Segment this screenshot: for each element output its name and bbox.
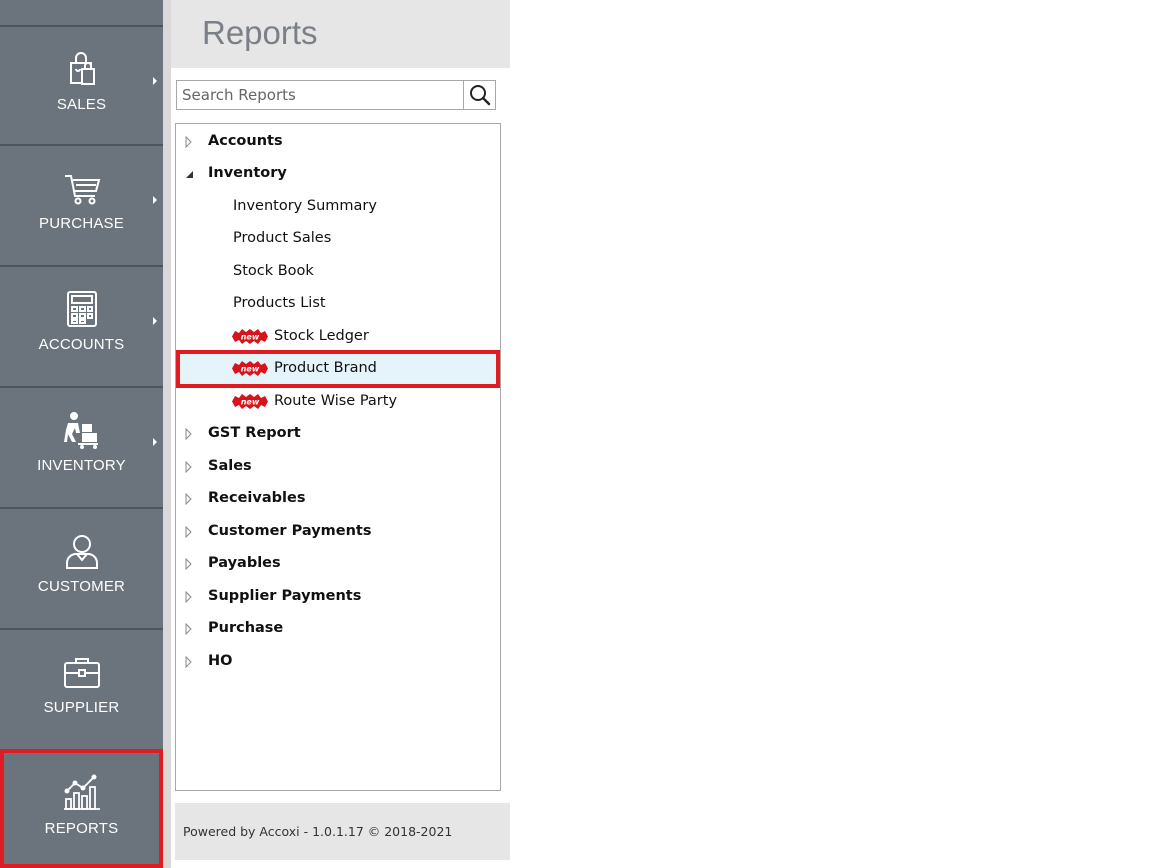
nav-item-inventory[interactable]: INVENTORY [0,386,163,505]
expand-arrow-icon[interactable] [185,526,193,538]
nav-label: SUPPLIER [43,699,120,716]
svg-text:new: new [241,398,260,407]
shopping-bag-icon [62,49,102,89]
bar-chart-icon [62,773,102,813]
submenu-arrow-icon [153,196,157,204]
nav-label: SALES [56,96,107,113]
expand-arrow-icon[interactable] [185,591,193,603]
search-box [176,80,496,110]
expand-arrow-icon[interactable] [185,136,193,148]
reports-header: Reports [171,0,510,68]
new-badge-icon: new [232,329,268,344]
worker-boxes-icon [62,410,102,450]
nav-label: REPORTS [44,820,119,837]
tree-item-product-brand[interactable]: new Product Brand [176,353,500,384]
nav-item-reports[interactable]: REPORTS [0,749,163,868]
expand-arrow-icon[interactable] [185,656,193,668]
tree-group-ho[interactable]: HO [176,646,500,677]
tree-group-supplier-payments[interactable]: Supplier Payments [176,581,500,612]
tree-item-route-wise-party[interactable]: new Route Wise Party [176,386,500,417]
tree-item-stock-book[interactable]: Stock Book [176,256,500,287]
tree-group-sales[interactable]: Sales [176,451,500,482]
expand-arrow-icon[interactable] [185,623,193,635]
search-input[interactable] [177,81,465,109]
nav-item-accounts[interactable]: ACCOUNTS [0,265,163,384]
reports-panel: Reports Accounts Inventory Inventory Sum… [171,0,510,868]
user-icon [62,531,102,571]
main-sidebar: SALES PURCHASE ACCOUNTS INVENTORY CUSTOM… [0,0,163,868]
nav-item-customer[interactable]: CUSTOMER [0,507,163,626]
tree-item-stock-ledger[interactable]: new Stock Ledger [176,321,500,352]
cart-icon [62,168,102,208]
tree-group-customer-payments[interactable]: Customer Payments [176,516,500,547]
expand-arrow-icon[interactable] [185,493,193,505]
search-button[interactable] [463,81,495,109]
expand-arrow-icon[interactable] [185,558,193,570]
nav-label: PURCHASE [39,215,124,232]
powered-by-text: Powered by Accoxi - 1.0.1.17 © 2018-2021 [183,824,453,839]
submenu-arrow-icon [153,317,157,325]
expand-arrow-icon[interactable] [185,461,193,473]
tree-item-products-list[interactable]: Products List [176,288,500,319]
nav-label: ACCOUNTS [38,336,125,353]
tree-group-receivables[interactable]: Receivables [176,483,500,514]
footer: Powered by Accoxi - 1.0.1.17 © 2018-2021 [175,803,510,860]
svg-text:new: new [241,365,260,374]
tree-group-inventory[interactable]: Inventory [176,158,500,189]
tree-group-purchase[interactable]: Purchase [176,613,500,644]
page-title: Reports [202,14,318,51]
nav-item-sales[interactable]: SALES [0,25,163,144]
tree-group-payables[interactable]: Payables [176,548,500,579]
tree-group-gst-report[interactable]: GST Report [176,418,500,449]
briefcase-icon [62,652,102,692]
search-icon [470,85,491,106]
tree-group-accounts[interactable]: Accounts [176,126,500,157]
tree-item-inventory-summary[interactable]: Inventory Summary [176,191,500,222]
submenu-arrow-icon [153,77,157,85]
new-badge-icon: new [232,361,268,376]
expand-arrow-icon[interactable] [185,428,193,440]
svg-text:new: new [241,333,260,342]
calculator-icon [62,289,102,329]
tree-item-product-sales[interactable]: Product Sales [176,223,500,254]
collapse-arrow-icon[interactable] [185,168,195,180]
nav-item-supplier[interactable]: SUPPLIER [0,628,163,747]
nav-label: INVENTORY [37,457,126,474]
nav-item-purchase[interactable]: PURCHASE [0,144,163,263]
reports-tree: Accounts Inventory Inventory Summary Pro… [175,123,501,791]
submenu-arrow-icon [153,438,157,446]
nav-label: CUSTOMER [37,578,126,595]
new-badge-icon: new [232,394,268,409]
panel-gutter [163,0,171,868]
